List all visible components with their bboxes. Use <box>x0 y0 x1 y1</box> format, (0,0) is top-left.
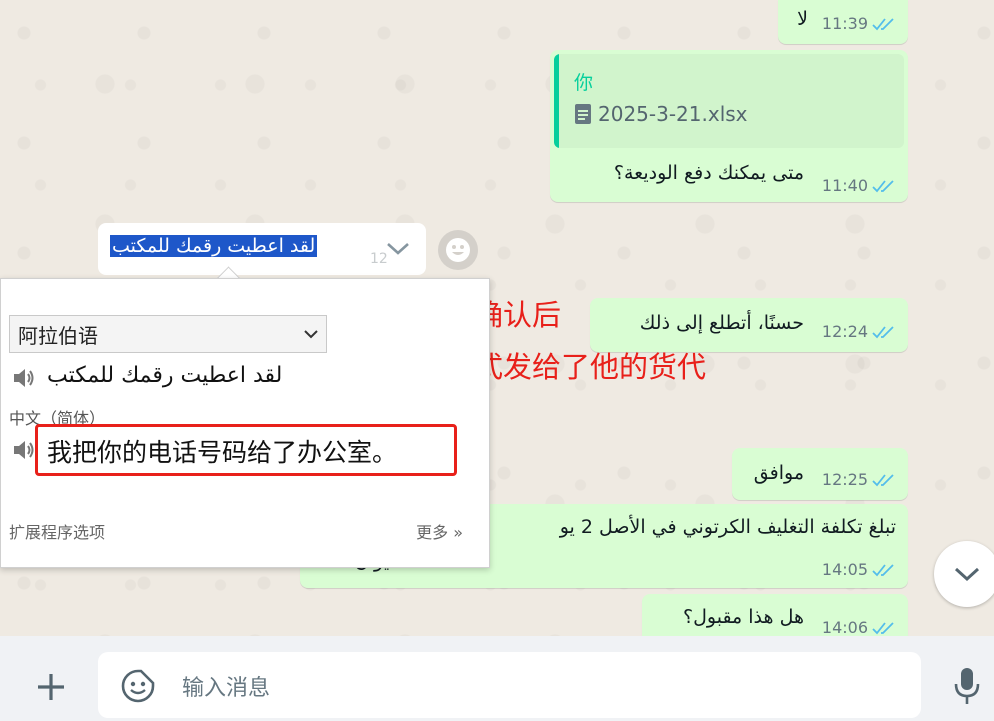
source-language: 阿拉伯语 <box>18 323 98 348</box>
quote-file: 2025-3-21.xlsx <box>574 102 748 126</box>
message-text: متى يمكنك دفع الوديعة؟ <box>613 162 804 184</box>
message-time: 14:06 <box>821 618 868 637</box>
document-icon <box>575 104 591 124</box>
message-meta: 11:39 <box>822 14 898 33</box>
source-text: لقد اعطيت رقمك للمكتب <box>47 363 283 388</box>
message-text: تبلغ تكلفة التغليف الكرتوني في الأصل 2 ي… <box>559 516 896 538</box>
quote-file-name: 2025-3-21.xlsx <box>598 102 748 126</box>
double-check-icon <box>872 563 894 576</box>
message-text: موافق <box>753 462 804 484</box>
message-bubble-incoming[interactable]: لقد اعطيت رقمك للمكتب 12 <box>98 223 426 275</box>
message-bubble-outgoing[interactable]: 你 2025-3-21.xlsx متى يمكنك دفع الوديعة؟ … <box>550 50 908 202</box>
message-input-placeholder: 输入消息 <box>182 676 271 701</box>
more-link[interactable]: 更多 » <box>416 519 463 543</box>
message-input[interactable]: 输入消息 <box>98 652 921 718</box>
translate-popup: 阿拉伯语 لقد اعطيت رقمك للمكتب 中文（简体） 我把你的电话… <box>0 278 490 568</box>
emoji-icon <box>446 238 470 262</box>
attach-button[interactable] <box>32 668 70 706</box>
scroll-to-bottom-button[interactable] <box>934 541 994 607</box>
message-meta: 12:24 <box>822 322 898 341</box>
annotation-highlight-box <box>35 424 457 476</box>
chevron-down-icon <box>304 330 318 339</box>
message-time: 14:05 <box>821 560 868 579</box>
voice-message-button[interactable] <box>950 666 984 706</box>
double-check-icon <box>872 325 894 338</box>
message-bubble-outgoing[interactable]: موافق 12:25 <box>732 448 908 500</box>
message-meta: 12:25 <box>822 470 898 489</box>
double-check-icon <box>872 621 894 634</box>
react-button[interactable] <box>438 230 478 270</box>
speaker-icon[interactable] <box>11 365 37 391</box>
chevron-down-icon <box>954 567 980 582</box>
plus-icon <box>38 674 64 700</box>
microphone-icon <box>954 668 980 704</box>
message-menu-button[interactable] <box>378 229 418 269</box>
message-meta: 11:40 <box>822 176 898 195</box>
sticker-button[interactable] <box>120 668 156 704</box>
message-time: 11:39 <box>821 14 868 33</box>
quote-accent-bar <box>554 54 559 148</box>
extension-options-link[interactable]: 扩展程序选项 <box>9 519 105 543</box>
selected-message-text[interactable]: لقد اعطيت رقمك للمكتب <box>110 235 318 257</box>
message-time: 12:24 <box>821 322 868 341</box>
message-meta: 14:06 <box>822 618 898 637</box>
source-language-select[interactable]: 阿拉伯语 <box>9 315 327 353</box>
double-check-icon <box>872 473 894 486</box>
double-check-icon <box>872 17 894 30</box>
quoted-message[interactable]: 你 2025-3-21.xlsx <box>554 54 904 148</box>
composer-bar: 输入消息 <box>0 636 994 721</box>
message-time: 12:25 <box>821 470 868 489</box>
double-check-icon <box>872 179 894 192</box>
quote-author: 你 <box>574 72 594 94</box>
message-bubble-outgoing[interactable]: لا 11:39 <box>778 0 908 44</box>
sticker-icon <box>121 669 155 703</box>
chevron-down-icon <box>387 243 409 255</box>
message-text: هل هذا مقبول؟ <box>683 606 804 628</box>
speaker-icon[interactable] <box>11 437 37 463</box>
message-text: حسنًا، أتطلع إلى ذلك <box>639 312 804 334</box>
message-time: 11:40 <box>821 176 868 195</box>
message-text: لا <box>797 8 808 30</box>
message-meta: 14:05 <box>822 560 898 579</box>
